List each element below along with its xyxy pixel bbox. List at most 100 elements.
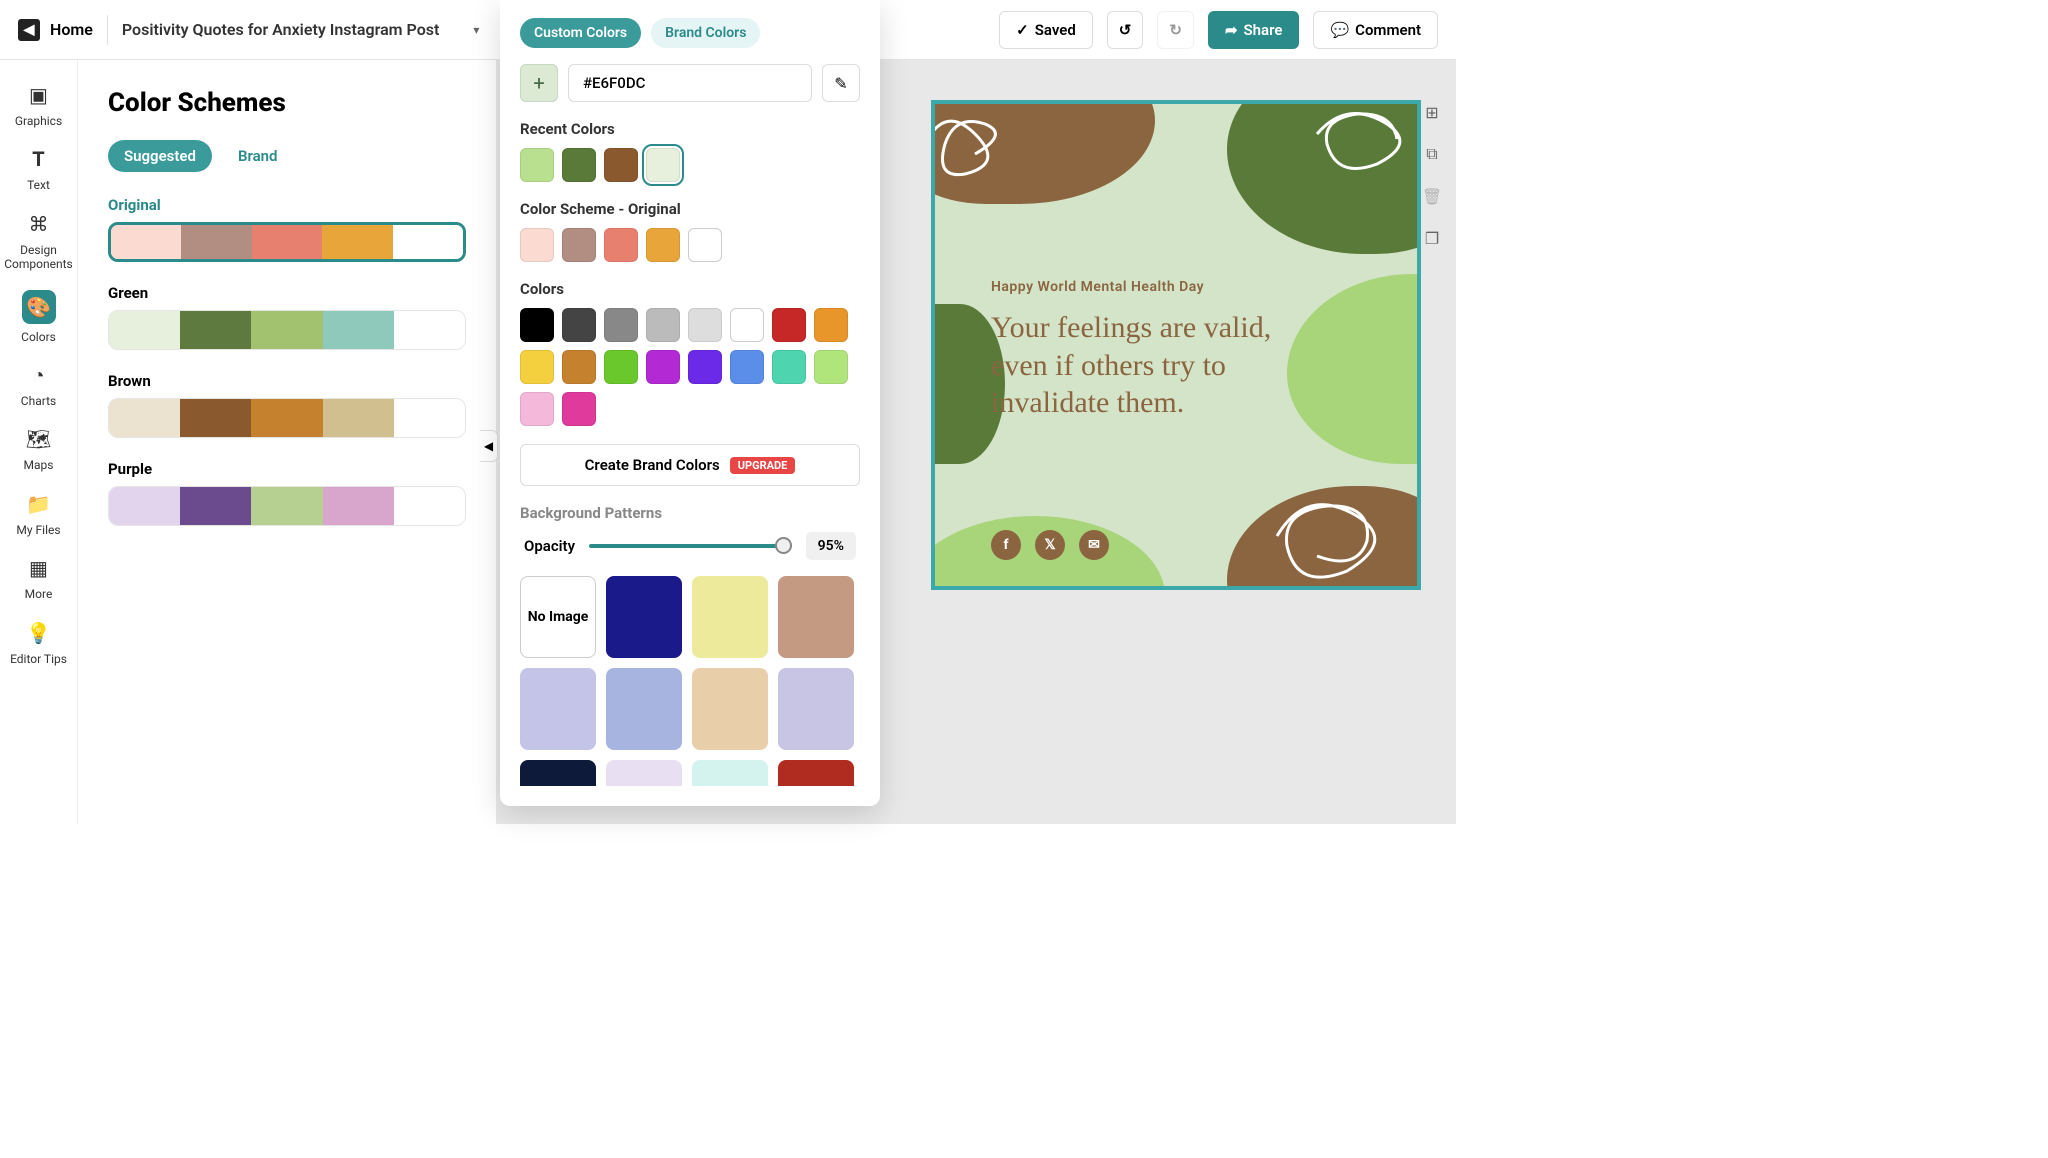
color-swatch[interactable] [646, 148, 680, 182]
duplicate-page-button[interactable]: ⧉ [1420, 142, 1444, 166]
tab-custom-colors[interactable]: Custom Colors [520, 18, 641, 48]
saved-indicator[interactable]: ✓ Saved [999, 11, 1093, 49]
rail-my-files[interactable]: 📁 My Files [16, 491, 60, 537]
color-swatch[interactable] [520, 148, 554, 182]
collapse-panel-handle[interactable]: ◀ [480, 430, 498, 462]
home-button[interactable]: ◀ Home [18, 19, 93, 41]
color-swatch[interactable] [646, 350, 680, 384]
pattern-swatch[interactable] [778, 760, 854, 786]
email-icon[interactable]: ✉ [1079, 530, 1109, 560]
scheme-green[interactable] [108, 310, 466, 350]
scheme-label-purple: Purple [108, 460, 466, 478]
color-swatch[interactable] [562, 228, 596, 262]
rail-more[interactable]: ▦ More [25, 555, 53, 601]
color-swatch[interactable] [520, 350, 554, 384]
tab-brand-colors[interactable]: Brand Colors [651, 18, 760, 48]
slider-thumb[interactable] [775, 537, 792, 554]
color-swatch[interactable] [604, 228, 638, 262]
scheme-original[interactable] [108, 222, 466, 262]
color-swatch[interactable] [604, 350, 638, 384]
palette-icon: 🎨 [22, 290, 56, 324]
hex-input[interactable] [568, 64, 812, 102]
popover-tabs: Custom Colors Brand Colors [520, 18, 860, 48]
color-swatch[interactable] [730, 308, 764, 342]
rail-colors[interactable]: 🎨 Colors [21, 290, 56, 344]
eyedropper-button[interactable]: ✎ [822, 64, 860, 102]
scribble-icon [1307, 100, 1421, 184]
color-swatch[interactable] [562, 392, 596, 426]
color-swatch[interactable] [604, 148, 638, 182]
scheme-swatch [323, 399, 394, 437]
add-page-button[interactable]: ⊞ [1420, 100, 1444, 124]
pattern-no-image[interactable]: No Image [520, 576, 596, 658]
color-swatch[interactable] [562, 308, 596, 342]
rail-graphics[interactable]: ▣ Graphics [15, 82, 62, 128]
scheme-brown[interactable] [108, 398, 466, 438]
rail-editor-tips[interactable]: 💡 Editor Tips [10, 620, 67, 666]
scheme-swatch [394, 487, 465, 525]
twitter-icon[interactable]: 𝕏 [1035, 530, 1065, 560]
opacity-slider[interactable] [589, 544, 792, 548]
pattern-swatch[interactable] [692, 576, 768, 658]
charts-icon: ◔ [26, 362, 52, 388]
color-swatch[interactable] [688, 350, 722, 384]
home-label: Home [50, 20, 93, 39]
color-swatch[interactable] [520, 308, 554, 342]
scheme-swatch [394, 311, 465, 349]
left-rail: ▣ Graphics 𝐓 Text ⌘ Design Components 🎨 … [0, 60, 78, 824]
design-canvas[interactable]: Happy World Mental Health Day Your feeli… [931, 100, 1421, 590]
color-swatch[interactable] [646, 308, 680, 342]
rail-text[interactable]: 𝐓 Text [26, 146, 52, 192]
more-icon: ▦ [25, 555, 51, 581]
pattern-swatch[interactable] [606, 760, 682, 786]
plus-icon: + [533, 71, 544, 95]
share-button[interactable]: ➦ Share [1208, 11, 1300, 49]
create-brand-colors-button[interactable]: Create Brand Colors UPGRADE [520, 444, 860, 486]
pattern-swatch[interactable] [692, 760, 768, 786]
scheme-swatch [251, 311, 322, 349]
tab-brand[interactable]: Brand [222, 140, 294, 172]
scheme-swatch [180, 399, 251, 437]
pattern-swatch[interactable] [520, 760, 596, 786]
eyedropper-icon: ✎ [834, 74, 847, 93]
copy-style-button[interactable]: ❐ [1420, 226, 1444, 250]
canvas-text-block[interactable]: Happy World Mental Health Day Your feeli… [991, 279, 1321, 422]
color-swatch[interactable] [562, 148, 596, 182]
rail-charts[interactable]: ◔ Charts [21, 362, 56, 408]
color-swatch[interactable] [520, 228, 554, 262]
color-swatch[interactable] [688, 228, 722, 262]
color-swatch[interactable] [730, 350, 764, 384]
facebook-icon[interactable]: f [991, 530, 1021, 560]
pattern-swatch[interactable] [778, 576, 854, 658]
color-swatch[interactable] [520, 392, 554, 426]
undo-button[interactable]: ↺ [1107, 11, 1144, 49]
rail-maps[interactable]: 🗺 Maps [24, 426, 54, 472]
pattern-swatch[interactable] [520, 668, 596, 750]
scheme-purple[interactable] [108, 486, 466, 526]
color-swatch[interactable] [814, 350, 848, 384]
rail-design-components[interactable]: ⌘ Design Components [4, 211, 73, 272]
document-title[interactable]: Positivity Quotes for Anxiety Instagram … [122, 20, 480, 39]
add-color-button[interactable]: + [520, 64, 558, 102]
color-swatch[interactable] [772, 350, 806, 384]
delete-page-button[interactable]: 🗑 [1420, 184, 1444, 208]
scheme-swatch [323, 487, 394, 525]
redo-button[interactable]: ↻ [1157, 11, 1194, 49]
maps-icon: 🗺 [26, 426, 52, 452]
color-swatch[interactable] [772, 308, 806, 342]
comment-icon: 💬 [1330, 21, 1349, 39]
tab-suggested[interactable]: Suggested [108, 140, 212, 172]
comment-button[interactable]: 💬 Comment [1313, 11, 1438, 49]
color-swatch[interactable] [646, 228, 680, 262]
color-swatch[interactable] [562, 350, 596, 384]
chevron-down-icon[interactable]: ▾ [473, 23, 479, 37]
color-swatch[interactable] [814, 308, 848, 342]
pattern-swatch[interactable] [778, 668, 854, 750]
pattern-swatch[interactable] [606, 576, 682, 658]
color-swatch[interactable] [688, 308, 722, 342]
pattern-swatch[interactable] [606, 668, 682, 750]
upgrade-badge: UPGRADE [730, 457, 796, 474]
pattern-swatch[interactable] [692, 668, 768, 750]
color-swatch[interactable] [604, 308, 638, 342]
scheme-swatch [252, 225, 322, 259]
